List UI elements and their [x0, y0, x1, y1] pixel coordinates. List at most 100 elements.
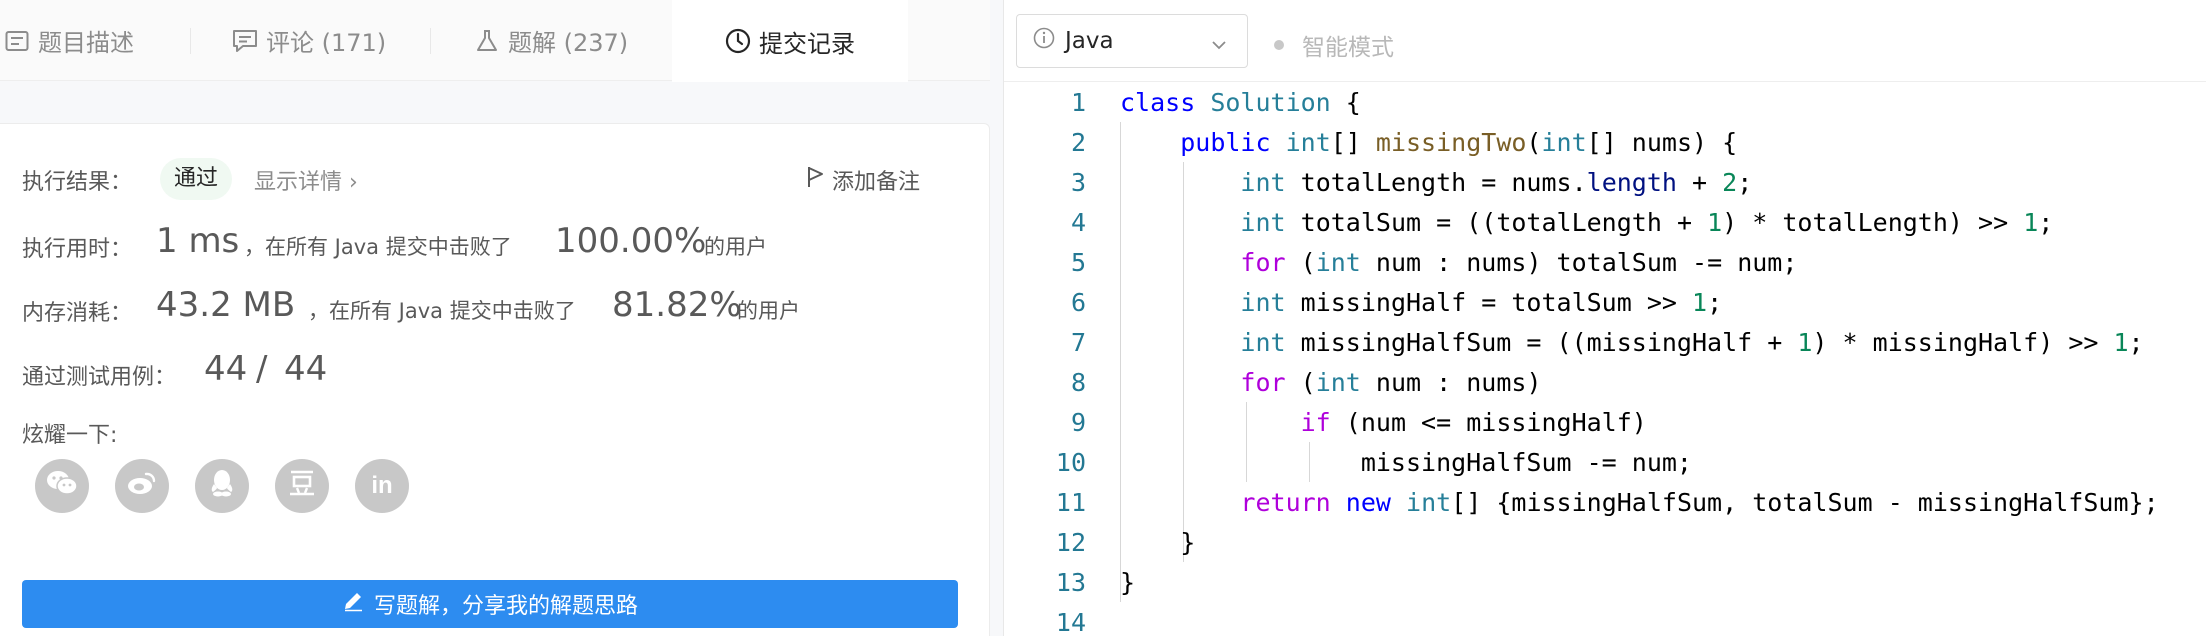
- smart-mode-toggle[interactable]: 智能模式: [1274, 28, 1394, 62]
- code-text: }: [1120, 567, 1136, 597]
- code-text: int totalLength = nums.length + 2;: [1240, 167, 1753, 197]
- tab-bar: 题目描述 评论 (171) 题解 (237) 提交记录: [0, 0, 990, 82]
- line-number: 3: [1070, 167, 1086, 197]
- line-number: 11: [1055, 487, 1086, 517]
- line-number: 14: [1055, 607, 1086, 636]
- tab-comments[interactable]: 评论 (171): [232, 0, 428, 81]
- code-text: for (int num : nums): [1240, 367, 1542, 397]
- code-line: 11 return new int[] {missingHalfSum, tot…: [1004, 482, 2206, 522]
- flag-icon: [806, 165, 832, 195]
- code-line: 10 missingHalfSum -= num;: [1004, 442, 2206, 482]
- code-text: int missingHalf = totalSum >> 1;: [1240, 287, 1723, 317]
- code-line: 13 }: [1004, 562, 2206, 602]
- tests-total: 44: [284, 349, 328, 389]
- code-text: int missingHalfSum = ((missingHalf + 1) …: [1240, 327, 2144, 357]
- code-text: public int[] missingTwo(int[] nums) {: [1180, 127, 1738, 157]
- share-label: 炫耀一下:: [22, 423, 118, 448]
- pencil-icon: [342, 590, 374, 618]
- runtime-percent: 100.00%: [555, 221, 707, 261]
- line-number: 8: [1070, 367, 1086, 397]
- comment-icon: [232, 28, 258, 54]
- memory-value: 43.2 MB: [156, 285, 296, 325]
- share-linkedin-button[interactable]: in: [355, 459, 409, 513]
- code-line: 5 for (int num : nums) totalSum -= num;: [1004, 242, 2206, 282]
- code-line: 7 int missingHalfSum = ((missingHalf + 1…: [1004, 322, 2206, 362]
- code-line: 4 int totalSum = ((totalLength + 1) * to…: [1004, 202, 2206, 242]
- chevron-down-icon: [1211, 33, 1227, 59]
- line-number: 9: [1070, 407, 1086, 437]
- runtime-label: 执行用时：: [22, 237, 133, 262]
- memory-suffix: 的用户: [737, 299, 800, 323]
- pane-divider[interactable]: [990, 0, 1003, 636]
- submission-panel: 题目描述 评论 (171) 题解 (237) 提交记录 执行结果： 通过 显示详…: [0, 0, 990, 636]
- qq-icon: [209, 468, 235, 504]
- show-details-link[interactable]: 显示详情 ›: [254, 164, 358, 196]
- description-icon: [4, 28, 30, 54]
- code-line: 8 for (int num : nums): [1004, 362, 2206, 402]
- douban-icon: [288, 469, 316, 503]
- add-note-label: 添加备注: [832, 170, 921, 195]
- tab-label: 评论 (171): [266, 29, 387, 57]
- info-icon: [1033, 27, 1055, 55]
- language-select[interactable]: Java: [1016, 14, 1248, 68]
- result-label: 执行结果：: [22, 170, 133, 195]
- runtime-value: 1 ms: [156, 221, 240, 261]
- write-solution-button[interactable]: 写题解，分享我的解题思路: [22, 580, 958, 628]
- smart-mode-dot: [1274, 40, 1284, 50]
- write-solution-label: 写题解，分享我的解题思路: [373, 594, 638, 619]
- code-line: 12 }: [1004, 522, 2206, 562]
- code-area[interactable]: 1 class Solution { 2 public int[] missin…: [1004, 82, 2206, 636]
- code-line: 14: [1004, 602, 2206, 636]
- memory-beat-text: ，在所有 Java 提交中击败了: [308, 299, 576, 323]
- tests-passed: 44: [204, 349, 248, 389]
- code-text: }: [1120, 527, 1196, 557]
- tab-label: 提交记录: [759, 29, 855, 58]
- status-badge: 通过: [160, 158, 233, 200]
- code-editor-panel: Java 智能模式 1 class Solution { 2 public in…: [1003, 0, 2206, 636]
- line-number: 12: [1055, 527, 1086, 557]
- line-number: 6: [1070, 287, 1086, 317]
- code-text: class Solution {: [1120, 87, 1361, 117]
- line-number: 13: [1055, 567, 1086, 597]
- tab-submissions[interactable]: 提交记录: [672, 0, 908, 82]
- language-value: Java: [1065, 28, 1114, 54]
- code-text: if (num <= missingHalf): [1300, 407, 1647, 437]
- linkedin-icon: in: [371, 472, 393, 499]
- line-number: 5: [1070, 247, 1086, 277]
- tab-label: 题解 (237): [508, 29, 629, 57]
- share-qq-button[interactable]: [195, 459, 249, 513]
- code-line: 1 class Solution {: [1004, 82, 2206, 122]
- runtime-suffix: 的用户: [704, 235, 767, 259]
- tab-label: 题目描述: [38, 29, 134, 57]
- weibo-icon: [126, 469, 158, 503]
- tests-label: 通过测试用例：: [22, 365, 177, 390]
- add-note-button[interactable]: 添加备注: [806, 164, 920, 196]
- smart-mode-label: 智能模式: [1302, 35, 1394, 61]
- result-card: 执行结果： 通过 显示详情 › 添加备注 执行用时： 1 ms ，在所有 Jav…: [0, 123, 990, 636]
- line-number: 7: [1070, 327, 1086, 357]
- code-text: int totalSum = ((totalLength + 1) * tota…: [1240, 207, 2054, 237]
- share-weibo-button[interactable]: [115, 459, 169, 513]
- wechat-icon: [45, 469, 79, 503]
- memory-label: 内存消耗：: [22, 301, 133, 326]
- share-douban-button[interactable]: [275, 459, 329, 513]
- tab-solutions[interactable]: 题解 (237): [474, 0, 670, 81]
- line-number: 4: [1070, 207, 1086, 237]
- tests-separator: /: [256, 349, 268, 389]
- memory-percent: 81.82%: [612, 285, 742, 325]
- code-line: 9 if (num <= missingHalf): [1004, 402, 2206, 442]
- code-text: missingHalfSum -= num;: [1360, 447, 1692, 477]
- code-text: return new int[] {missingHalfSum, totalS…: [1240, 487, 2159, 517]
- code-line: 6 int missingHalf = totalSum >> 1;: [1004, 282, 2206, 322]
- line-number: 2: [1070, 127, 1086, 157]
- code-text: for (int num : nums) totalSum -= num;: [1240, 247, 1798, 277]
- line-number: 1: [1070, 87, 1086, 117]
- clock-icon: [725, 28, 751, 54]
- code-line: 2 public int[] missingTwo(int[] nums) {: [1004, 122, 2206, 162]
- flask-icon: [474, 28, 500, 54]
- tab-description[interactable]: 题目描述: [4, 0, 190, 81]
- share-wechat-button[interactable]: [35, 459, 89, 513]
- line-number: 10: [1055, 447, 1086, 477]
- runtime-beat-text: ，在所有 Java 提交中击败了: [244, 235, 512, 259]
- code-line: 3 int totalLength = nums.length + 2;: [1004, 162, 2206, 202]
